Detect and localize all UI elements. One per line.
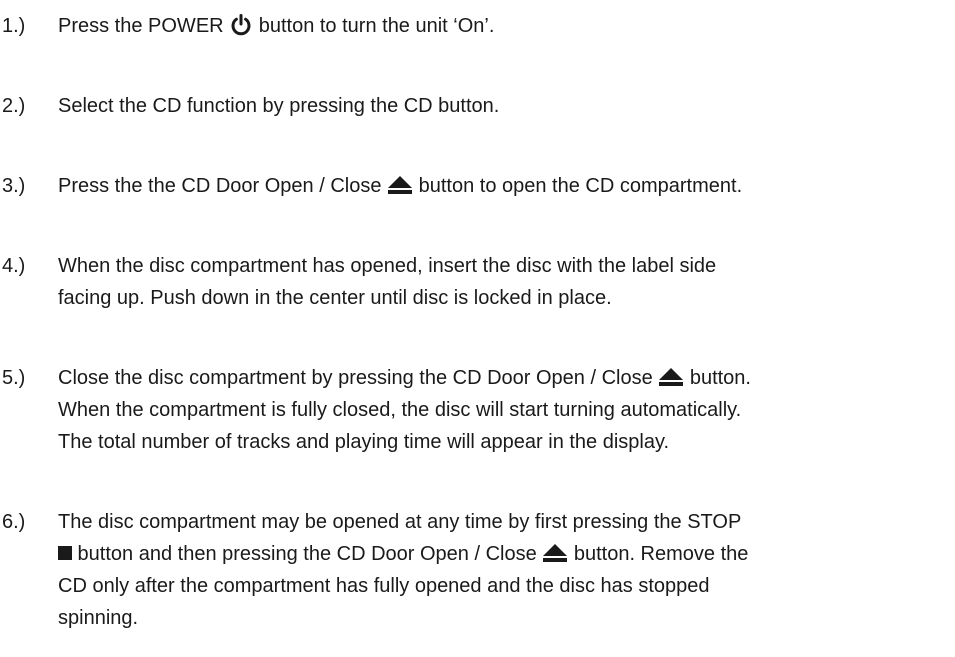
step-text: The disc compartment may be opened at an…: [58, 506, 946, 634]
step-text-part: Press the the CD Door Open / Close: [58, 175, 388, 197]
step-text-line: CD only after the compartment has fully …: [58, 575, 710, 597]
step-number: 3.): [2, 175, 26, 197]
step-text-line: The disc compartment may be opened at an…: [58, 511, 742, 533]
instruction-document: 1.) Press the POWER button to turn the u…: [0, 0, 955, 657]
eject-icon: [387, 175, 413, 195]
step-text-part: button.: [684, 367, 751, 389]
step-text-line: When the disc compartment has opened, in…: [58, 255, 717, 277]
step-text-part: button. Remove the: [568, 543, 749, 565]
step-text: Close the disc compartment by pressing t…: [58, 362, 946, 458]
step-text-line: When the compartment is fully closed, th…: [58, 399, 742, 421]
eject-icon: [658, 367, 684, 387]
step-text: Select the CD function by pressing the C…: [58, 90, 946, 122]
step-number: 2.): [2, 95, 26, 117]
eject-icon: [542, 543, 568, 563]
step-number: 4.): [2, 255, 26, 277]
step-text-line: Select the CD function by pressing the C…: [58, 95, 500, 117]
step-text-part: Press the POWER: [58, 15, 230, 37]
step-text: When the disc compartment has opened, in…: [58, 250, 946, 314]
step-text: Press the POWER button to turn the unit …: [58, 10, 946, 42]
step-text-part: button to open the CD compartment.: [413, 175, 743, 197]
power-icon: [229, 13, 253, 37]
step-number: 5.): [2, 367, 26, 389]
stop-icon: [58, 545, 72, 560]
step-text-line: spinning.: [58, 607, 139, 629]
step-number: 1.): [2, 15, 26, 37]
step-number: 6.): [2, 511, 26, 533]
step-text-part: Close the disc compartment by pressing t…: [58, 367, 659, 389]
step-text-part: button and then pressing the CD Door Ope…: [72, 543, 543, 565]
step-text: Press the the CD Door Open / Close butto…: [58, 170, 946, 202]
step-text-line: facing up. Push down in the center until…: [58, 287, 612, 309]
step-text-line: The total number of tracks and playing t…: [58, 431, 670, 453]
step-text-part: button to turn the unit ‘On’.: [253, 15, 495, 37]
